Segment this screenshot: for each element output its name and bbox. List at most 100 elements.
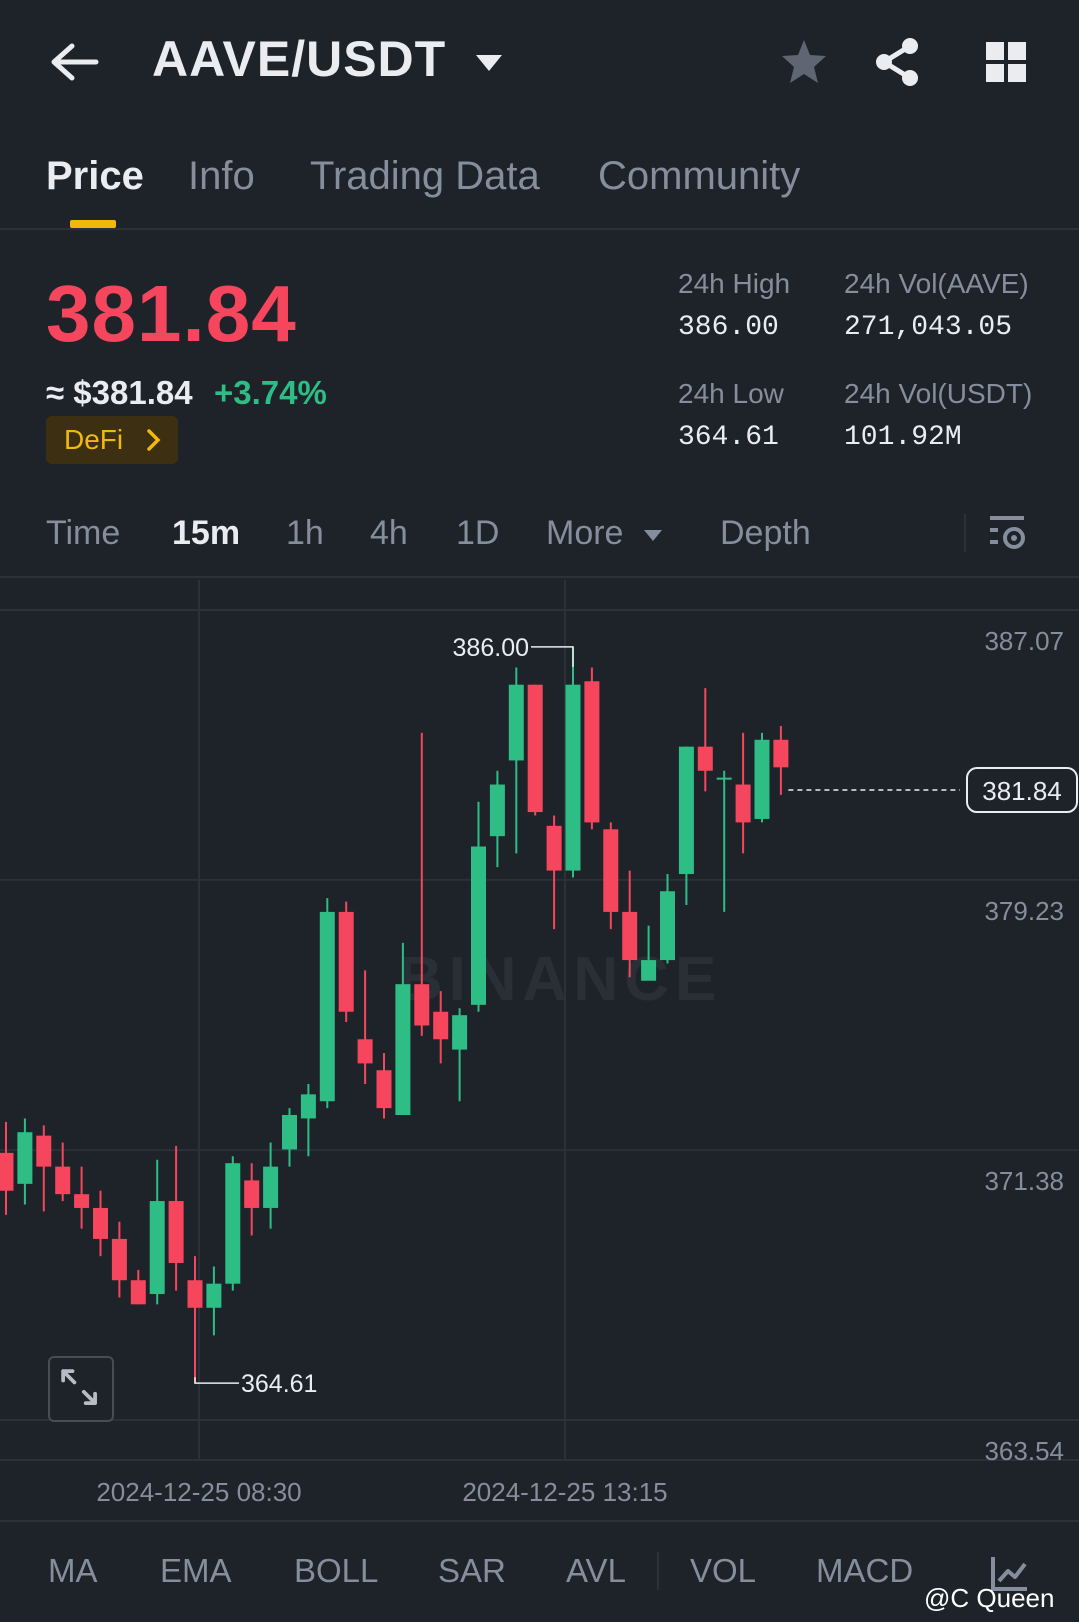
stat-vol-base-value: 271,043.05	[844, 312, 1013, 343]
candle-down	[773, 739, 789, 768]
indicator-boll[interactable]: BOLL	[294, 1552, 378, 1590]
max-marker-line	[531, 646, 574, 667]
candle-down	[74, 1194, 90, 1208]
stat-vol-base-label: 24h Vol(AAVE)	[844, 268, 1029, 299]
interval-1h[interactable]: 1h	[286, 514, 324, 553]
candle-down	[414, 984, 430, 1026]
candle-up	[17, 1132, 33, 1184]
grid-icon[interactable]	[980, 36, 1032, 88]
tab-info[interactable]: Info	[188, 154, 255, 199]
chart-settings-icon[interactable]	[986, 510, 1030, 554]
price-chart[interactable]: BINANCE 386.00 364.61 387.07 379.23 371.38 3…	[0, 580, 1079, 1520]
candle-up	[489, 784, 505, 837]
tab-trading-data[interactable]: Trading Data	[310, 154, 540, 199]
candlestick-chart[interactable]: BINANCE 386.00364.61 387.07379.23371.383…	[0, 580, 1079, 1520]
back-arrow-icon[interactable]	[48, 38, 104, 86]
candle-down	[527, 684, 543, 813]
y-tick-label: 379.23	[984, 896, 1064, 926]
candle-down	[187, 1280, 203, 1308]
interval-15m[interactable]: 15m	[172, 514, 240, 553]
chevron-right-icon	[147, 429, 161, 451]
indicator-vol[interactable]: VOL	[690, 1552, 756, 1590]
candle-down	[0, 1152, 14, 1191]
indicator-sar[interactable]: SAR	[438, 1552, 506, 1590]
x-axis: 2024-12-25 08:30 2024-12-25 13:15	[96, 1477, 667, 1507]
candle-down	[546, 825, 562, 871]
candle-up	[319, 911, 335, 1102]
caret-down-icon	[643, 530, 662, 542]
candle-up	[508, 684, 524, 761]
candle-down	[376, 1070, 392, 1109]
candle-down	[244, 1180, 260, 1208]
user-watermark: @C Queen	[924, 1583, 1055, 1613]
interval-divider	[964, 514, 966, 552]
pair-title[interactable]: AAVE/USDT	[152, 30, 446, 88]
stat-low-value: 364.61	[678, 422, 779, 453]
candle-down	[111, 1238, 127, 1281]
candle-down	[603, 829, 619, 912]
indicator-macd[interactable]: MACD	[816, 1552, 913, 1590]
indicator-avl[interactable]: AVL	[566, 1552, 626, 1590]
candle-down	[130, 1280, 146, 1305]
candle-down	[622, 911, 638, 961]
candle-down	[735, 784, 751, 823]
candle-up	[678, 746, 694, 875]
stat-low-label: 24h Low	[678, 378, 784, 409]
tab-community[interactable]: Community	[598, 154, 800, 199]
interval-more-label: More	[546, 514, 624, 552]
candle-down	[357, 1039, 373, 1064]
expand-icon	[61, 1369, 97, 1405]
indicator-ema[interactable]: EMA	[160, 1552, 232, 1590]
candle-down	[36, 1135, 52, 1167]
interval-4h[interactable]: 4h	[370, 514, 408, 553]
min-marker-line	[194, 1377, 239, 1384]
indicator-divider	[657, 1552, 659, 1590]
caret-down-icon[interactable]	[474, 52, 504, 74]
indicator-ma[interactable]: MA	[48, 1552, 98, 1590]
candle-up	[641, 960, 657, 981]
y-tick-label: 387.07	[984, 626, 1064, 656]
interval-1d[interactable]: 1D	[456, 514, 499, 553]
candle-up	[471, 846, 486, 1005]
x-tick-label: 2024-12-25 13:15	[462, 1477, 667, 1507]
price-usd-equivalent: ≈ $381.84	[46, 374, 193, 411]
depth-tab[interactable]: Depth	[720, 514, 811, 553]
y-tick-label: 371.38	[984, 1166, 1064, 1196]
candle-up	[282, 1115, 297, 1150]
candle-up	[300, 1094, 316, 1119]
category-tag-label: DeFi	[64, 424, 124, 455]
current-price-line: 381.84	[788, 767, 1078, 814]
candle-down	[433, 1011, 449, 1040]
candle-up	[263, 1166, 279, 1208]
candle-up	[395, 984, 411, 1116]
candle-up	[225, 1163, 241, 1284]
interval-time[interactable]: Time	[46, 514, 120, 553]
candle-down	[338, 911, 354, 1012]
price-change-percent: +3.74%	[214, 374, 327, 411]
candle-up	[149, 1201, 165, 1295]
candle-up	[565, 684, 581, 871]
candle-down	[168, 1201, 184, 1264]
min-marker-label: 364.61	[241, 1370, 317, 1398]
top-bar: AAVE/USDT	[0, 0, 1079, 125]
stat-high-label: 24h High	[678, 268, 791, 299]
candle-up	[206, 1283, 222, 1308]
interval-more[interactable]: More	[546, 514, 663, 553]
candle-down	[697, 746, 713, 771]
stat-vol-quote-value: 101.92M	[844, 422, 962, 453]
star-icon[interactable]	[778, 36, 830, 88]
candle-up	[452, 1015, 468, 1050]
category-tag[interactable]: DeFi	[46, 416, 178, 464]
candle-down	[55, 1166, 71, 1195]
candle-down	[93, 1207, 108, 1239]
candle-down	[584, 681, 600, 823]
max-marker-label: 386.00	[453, 634, 529, 662]
active-tab-indicator	[70, 220, 116, 228]
interval-bar: Time 15m 1h 4h 1D More Depth	[0, 500, 1079, 578]
y-tick-label: 363.54	[984, 1436, 1064, 1466]
fullscreen-button[interactable]	[48, 1356, 114, 1422]
tab-price[interactable]: Price	[46, 154, 144, 199]
candle-up	[716, 777, 732, 780]
share-icon[interactable]	[872, 36, 924, 88]
indicator-bar: MA EMA BOLL SAR AVL VOL MACD	[0, 1520, 1079, 1622]
